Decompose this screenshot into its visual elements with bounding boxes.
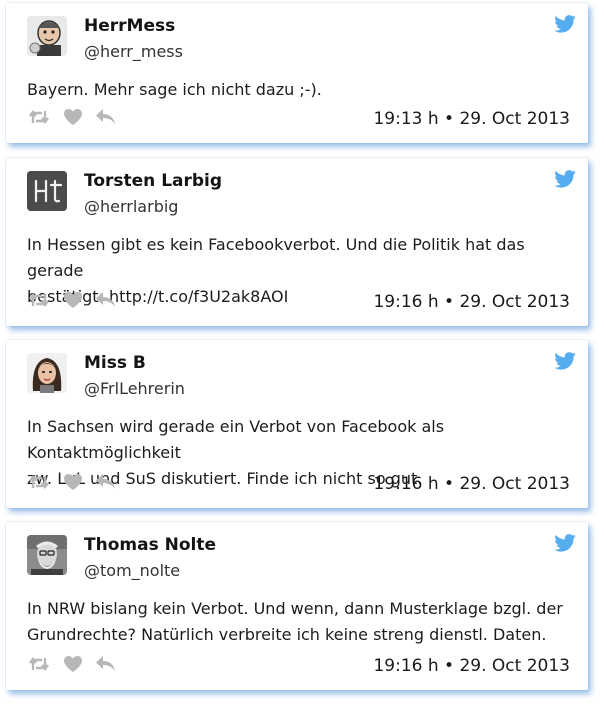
retweet-icon[interactable] (28, 474, 50, 490)
heart-icon[interactable] (64, 109, 82, 125)
avatar[interactable] (27, 353, 67, 393)
tweet-actions (28, 656, 116, 672)
tweet-card: Miss B @FrlLehrerin In Sachsen wird gera… (6, 340, 588, 508)
tweet-actions (28, 292, 116, 308)
author-handle[interactable]: @tom_nolte (84, 561, 180, 580)
tweet-timestamp[interactable]: 19:16 h • 29. Oct 2013 (373, 292, 570, 312)
tweet-text-line: Grundrechte? Natürlich verbreite ich kei… (27, 625, 547, 644)
avatar[interactable] (27, 535, 67, 575)
tweet-timestamp[interactable]: 19:13 h • 29. Oct 2013 (373, 109, 570, 129)
tweet-card: Thomas Nolte @tom_nolte In NRW bislang k… (6, 522, 588, 690)
tweet-text: Bayern. Mehr sage ich nicht dazu ;-). (27, 77, 568, 103)
heart-icon[interactable] (64, 474, 82, 490)
tweet-actions (28, 474, 116, 490)
author-name[interactable]: Torsten Larbig (84, 171, 222, 191)
avatar[interactable] (27, 171, 67, 211)
twitter-bird-icon[interactable] (554, 534, 576, 552)
twitter-bird-icon[interactable] (554, 352, 576, 370)
tweet-text-line: In NRW bislang kein Verbot. Und wenn, da… (27, 599, 563, 618)
twitter-bird-icon[interactable] (554, 170, 576, 188)
tweet-text-line: Bayern. Mehr sage ich nicht dazu ;-). (27, 80, 322, 99)
retweet-icon[interactable] (28, 292, 50, 308)
tweet-actions (28, 109, 116, 125)
heart-icon[interactable] (64, 656, 82, 672)
reply-icon[interactable] (96, 474, 116, 490)
heart-icon[interactable] (64, 292, 82, 308)
retweet-icon[interactable] (28, 656, 50, 672)
author-handle[interactable]: @herrlarbig (84, 197, 178, 216)
author-handle[interactable]: @herr_mess (84, 42, 183, 61)
author-name[interactable]: Thomas Nolte (84, 535, 216, 555)
tweet-timestamp[interactable]: 19:16 h • 29. Oct 2013 (373, 656, 570, 676)
tweet-card: Torsten Larbig @herrlarbig In Hessen gib… (6, 158, 588, 326)
author-handle[interactable]: @FrlLehrerin (84, 379, 185, 398)
tweet-text-line: In Sachsen wird gerade ein Verbot von Fa… (27, 417, 445, 462)
author-name[interactable]: HerrMess (84, 16, 175, 36)
tweet-timestamp[interactable]: 19:16 h • 29. Oct 2013 (373, 474, 570, 494)
tweet-text-line: In Hessen gibt es kein Facebookverbot. U… (27, 235, 525, 280)
reply-icon[interactable] (96, 292, 116, 308)
reply-icon[interactable] (96, 656, 116, 672)
reply-icon[interactable] (96, 109, 116, 125)
retweet-icon[interactable] (28, 109, 50, 125)
twitter-bird-icon[interactable] (554, 15, 576, 33)
author-name[interactable]: Miss B (84, 353, 146, 373)
tweet-text: In NRW bislang kein Verbot. Und wenn, da… (27, 596, 568, 648)
tweet-card: HerrMess @herr_mess Bayern. Mehr sage ic… (6, 3, 588, 143)
avatar[interactable] (27, 16, 67, 56)
